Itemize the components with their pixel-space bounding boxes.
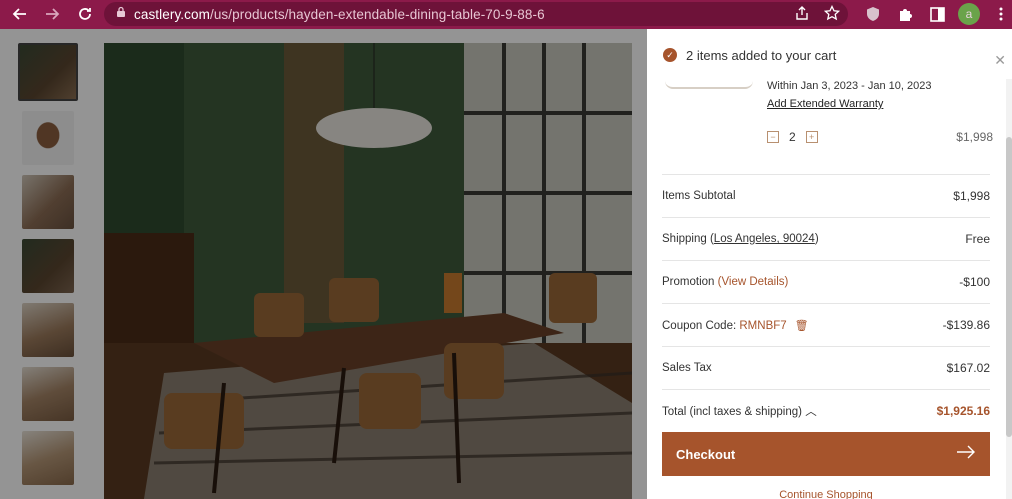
- coupon-row: Coupon Code: RMNBF7 🗑 -$139.86: [662, 304, 990, 347]
- arrow-left-icon: [12, 8, 26, 20]
- promotion-row: Promotion (View Details) -$100: [662, 261, 990, 304]
- kebab-menu-icon[interactable]: [990, 3, 1012, 25]
- shipping-location-link[interactable]: Los Angeles, 90024: [714, 233, 815, 245]
- item-price: $1,998: [956, 130, 993, 144]
- profile-avatar[interactable]: a: [958, 3, 980, 25]
- forward-button[interactable]: [41, 3, 63, 25]
- cart-drawer: ✓ 2 items added to your cart ✕ Within Ja…: [647, 29, 1012, 499]
- lock-icon: [116, 5, 126, 23]
- sales-tax-label: Sales Tax: [662, 362, 712, 374]
- decrease-quantity-button[interactable]: −: [767, 131, 779, 143]
- quantity-stepper: − 2 +: [767, 130, 818, 144]
- delivery-estimate: Within Jan 3, 2023 - Jan 10, 2023: [767, 80, 932, 92]
- trash-icon[interactable]: 🗑: [795, 320, 809, 332]
- subtotal-label: Items Subtotal: [662, 190, 736, 202]
- coupon-label-text: Coupon Code:: [662, 319, 740, 332]
- cart-title: 2 items added to your cart: [686, 47, 837, 63]
- coupon-code: RMNBF7: [739, 319, 787, 332]
- total-label: Total (incl taxes & shipping) ︿: [662, 403, 817, 419]
- shield-extension-icon[interactable]: [862, 3, 884, 25]
- reload-icon: [79, 8, 91, 20]
- share-icon[interactable]: [794, 5, 810, 21]
- promotion-value: -$100: [959, 275, 990, 289]
- view-details-link[interactable]: (View Details): [718, 276, 789, 288]
- avatar-letter: a: [958, 3, 980, 25]
- shipping-label-close: ): [814, 233, 819, 245]
- subtotal-row: Items Subtotal $1,998: [662, 174, 990, 218]
- add-warranty-link[interactable]: Add Extended Warranty: [767, 98, 883, 110]
- total-row[interactable]: Total (incl taxes & shipping) ︿ $1,925.1…: [662, 390, 990, 432]
- order-summary: Items Subtotal $1,998 Shipping (Los Ange…: [662, 174, 990, 432]
- coupon-label: Coupon Code: RMNBF7 🗑: [662, 319, 809, 332]
- puzzle-extensions-icon[interactable]: [894, 3, 916, 25]
- promotion-label-text: Promotion: [662, 276, 718, 288]
- sales-tax-value: $167.02: [946, 361, 990, 375]
- total-value: $1,925.16: [936, 404, 990, 418]
- cart-header: ✓ 2 items added to your cart: [647, 29, 1012, 81]
- shipping-label: Shipping (Los Angeles, 90024): [662, 233, 819, 245]
- promotion-label: Promotion (View Details): [662, 276, 788, 288]
- shipping-label-text: Shipping (: [662, 233, 714, 245]
- chevron-up-icon[interactable]: ︿: [805, 406, 817, 418]
- increase-quantity-button[interactable]: +: [805, 131, 818, 143]
- quantity-value: 2: [789, 130, 796, 144]
- url-host: castlery.com: [134, 6, 210, 22]
- continue-shopping-link[interactable]: Continue Shopping: [662, 489, 990, 499]
- check-circle-icon: ✓: [663, 48, 677, 62]
- shipping-value: Free: [965, 232, 990, 246]
- reload-button[interactable]: [74, 3, 96, 25]
- shipping-row: Shipping (Los Angeles, 90024) Free: [662, 218, 990, 261]
- close-icon[interactable]: ✕: [994, 52, 1006, 69]
- address-bar[interactable]: castlery.com/us/products/hayden-extendab…: [104, 2, 848, 26]
- checkout-label: Checkout: [676, 446, 736, 462]
- url-path: /us/products/hayden-extendable-dining-ta…: [209, 6, 545, 22]
- bookmark-star-icon[interactable]: [824, 5, 840, 21]
- checkout-button[interactable]: Checkout: [662, 432, 990, 476]
- back-button[interactable]: [9, 3, 31, 25]
- url-text: castlery.com/us/products/hayden-extendab…: [134, 7, 545, 22]
- coupon-value: -$139.86: [942, 318, 990, 332]
- arrow-right-icon: [46, 8, 60, 20]
- side-panel-icon[interactable]: [926, 3, 948, 25]
- cart-scrollbar-thumb[interactable]: [1006, 137, 1012, 437]
- subtotal-value: $1,998: [953, 189, 990, 203]
- browser-toolbar: castlery.com/us/products/hayden-extendab…: [0, 0, 1012, 29]
- item-image[interactable]: [665, 77, 753, 89]
- sales-tax-row: Sales Tax $167.02: [662, 347, 990, 390]
- page-dim-overlay[interactable]: [0, 29, 647, 499]
- total-label-text: Total (incl taxes & shipping): [662, 406, 802, 418]
- arrow-right-icon: [956, 445, 976, 464]
